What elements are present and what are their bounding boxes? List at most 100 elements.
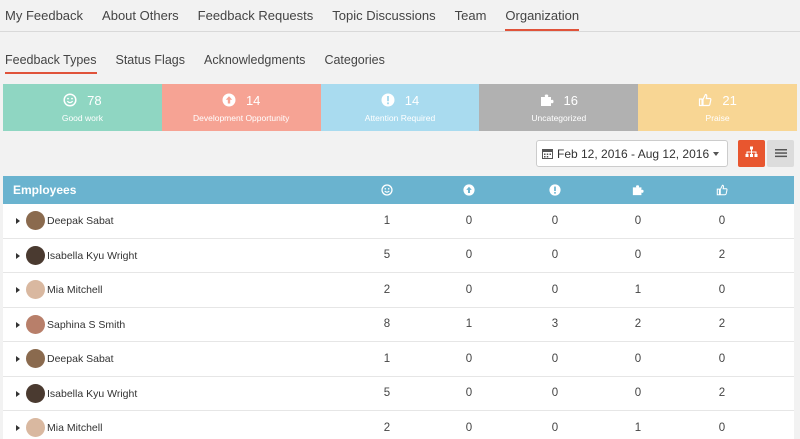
avatar [26, 211, 45, 230]
uncategorized-count: 2 [634, 318, 642, 331]
table-row[interactable]: Deepak Sabat 1 0 0 0 0 [3, 342, 794, 377]
subtab-categories[interactable]: Categories [324, 49, 384, 72]
subtab-feedback-types[interactable]: Feedback Types [5, 49, 97, 74]
avatar [26, 314, 45, 334]
card-label: Attention Required [364, 112, 436, 123]
tab-my-feedback[interactable]: My Feedback [5, 0, 83, 29]
employee-name: Isabella Kyu Wright [47, 387, 138, 400]
table-row[interactable]: Mia Mitchell 2 0 0 1 0 [3, 411, 794, 439]
uncategorized-count: 0 [634, 214, 642, 227]
expand-arrow-icon[interactable] [16, 356, 20, 362]
good-work-count: 5 [383, 249, 391, 262]
avatar [26, 383, 45, 403]
arrow-up-circle-icon [222, 93, 236, 107]
subtab-acknowledgments[interactable]: Acknowledgments [204, 49, 305, 72]
uncategorized-count: 0 [634, 352, 642, 365]
smile-icon [63, 93, 77, 107]
employee-feedback-table: Employees Deepak Sabat 1 0 0 0 0 Isabell… [3, 176, 794, 439]
good-work-count: 2 [383, 421, 391, 434]
praise-count: 0 [718, 283, 726, 296]
date-range-picker[interactable]: Feb 12, 2016 - Aug 12, 2016 [536, 140, 728, 167]
chevron-down-icon [713, 152, 719, 156]
subtab-status-flags[interactable]: Status Flags [116, 49, 185, 72]
employee-name: Mia Mitchell [47, 284, 103, 296]
attention-count: 0 [551, 421, 559, 434]
development-count: 0 [465, 283, 473, 296]
avatar [26, 245, 45, 265]
good-work-count: 8 [383, 318, 391, 331]
smile-icon [372, 176, 402, 204]
card-label: Development Opportunity [193, 112, 290, 123]
development-count: 1 [465, 318, 473, 331]
table-row[interactable]: Deepak Sabat 1 0 0 0 0 [3, 204, 794, 239]
card-development-opportunity[interactable]: 14 Development Opportunity [161, 84, 321, 131]
avatar [26, 280, 45, 299]
uncategorized-count: 1 [634, 283, 642, 296]
top-navigation: My Feedback About Others Feedback Reques… [0, 0, 800, 32]
card-count: 21 [722, 92, 737, 108]
development-count: 0 [465, 387, 473, 400]
card-good-work[interactable]: 78 Good work [3, 84, 162, 131]
arrow-up-circle-icon [454, 176, 484, 204]
tab-about-others[interactable]: About Others [102, 0, 179, 29]
employees-column-header: Employees [13, 183, 77, 197]
tab-topic-discussions[interactable]: Topic Discussions [332, 0, 435, 29]
praise-count: 2 [718, 387, 726, 400]
card-attention-required[interactable]: 14 Attention Required [320, 84, 480, 131]
table-row[interactable]: Saphina S Smith 8 1 3 2 2 [3, 307, 794, 342]
card-uncategorized[interactable]: 16 Uncategorized [479, 84, 639, 131]
feedback-type-cards: 78 Good work 14 Development Opportunity … [3, 84, 797, 131]
expand-arrow-icon[interactable] [16, 321, 20, 328]
avatar [26, 418, 45, 437]
card-praise[interactable]: 21 Praise [638, 84, 797, 131]
uncategorized-count: 0 [634, 249, 642, 262]
puzzle-icon [623, 176, 653, 204]
employee-name: Mia Mitchell [47, 422, 103, 434]
expand-arrow-icon[interactable] [16, 252, 20, 259]
praise-count: 0 [718, 214, 726, 227]
expand-arrow-icon[interactable] [16, 218, 20, 224]
praise-count: 0 [718, 421, 726, 434]
table-header: Employees [3, 176, 794, 204]
avatar [26, 349, 45, 368]
card-count: 16 [563, 92, 579, 108]
good-work-count: 1 [383, 352, 391, 365]
good-work-count: 1 [383, 214, 391, 227]
employee-name: Isabella Kyu Wright [47, 249, 138, 262]
puzzle-icon [540, 93, 554, 107]
list-icon [774, 145, 787, 163]
employee-name: Saphina S Smith [47, 318, 126, 331]
expand-arrow-icon[interactable] [16, 425, 20, 431]
card-count: 78 [87, 92, 102, 108]
uncategorized-count: 0 [634, 387, 642, 400]
card-count: 14 [404, 92, 420, 108]
expand-arrow-icon[interactable] [16, 287, 20, 293]
attention-count: 0 [551, 249, 559, 262]
development-count: 0 [465, 352, 473, 365]
tab-feedback-requests[interactable]: Feedback Requests [198, 0, 314, 29]
thumbs-up-icon [698, 93, 712, 107]
thumbs-up-icon [707, 176, 737, 204]
table-row[interactable]: Isabella Kyu Wright 5 0 0 0 2 [3, 376, 794, 411]
development-count: 0 [465, 249, 473, 262]
org-chart-view-button[interactable] [738, 140, 765, 167]
uncategorized-count: 1 [634, 421, 642, 434]
attention-count: 0 [551, 283, 559, 296]
table-row[interactable]: Mia Mitchell 2 0 0 1 0 [3, 273, 794, 308]
praise-count: 2 [718, 318, 726, 331]
attention-count: 0 [551, 352, 559, 365]
tab-team[interactable]: Team [455, 0, 487, 29]
expand-arrow-icon[interactable] [16, 390, 20, 397]
good-work-count: 2 [383, 283, 391, 296]
employee-name: Deepak Sabat [47, 215, 114, 227]
sub-navigation: Feedback Types Status Flags Acknowledgme… [0, 49, 800, 75]
development-count: 0 [465, 214, 473, 227]
tab-organization[interactable]: Organization [505, 0, 580, 31]
attention-count: 3 [551, 318, 559, 331]
list-view-button[interactable] [767, 140, 794, 167]
employee-name: Deepak Sabat [47, 353, 114, 365]
development-count: 0 [465, 421, 473, 434]
table-row[interactable]: Isabella Kyu Wright 5 0 0 0 2 [3, 238, 794, 273]
card-label: Uncategorized [531, 112, 587, 123]
exclamation-circle-icon [540, 176, 570, 204]
